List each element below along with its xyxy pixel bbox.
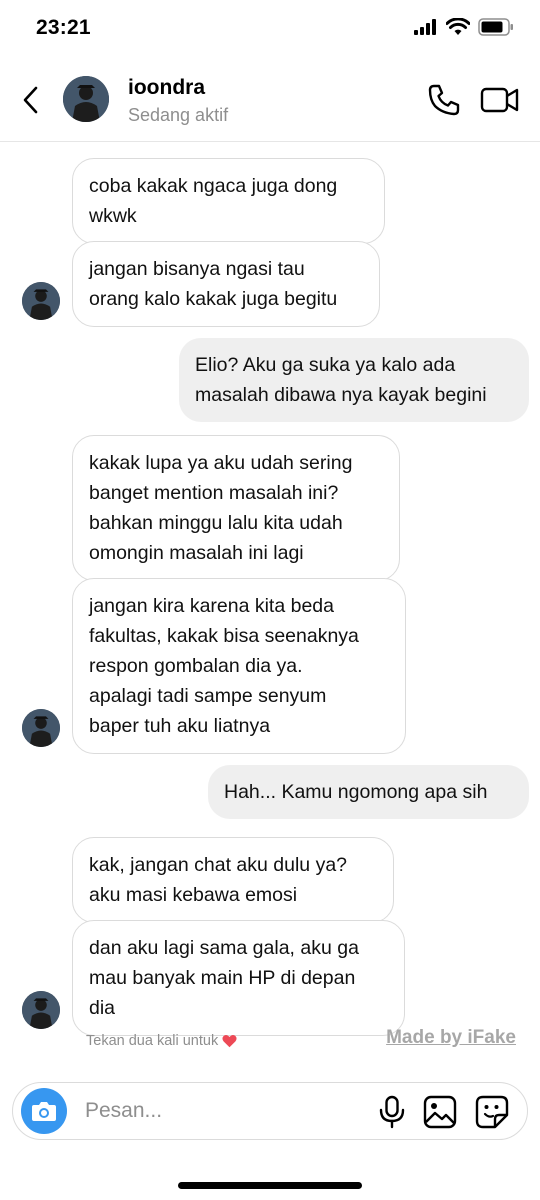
message-bubble-incoming[interactable]: kak, jangan chat aku dulu ya? aku masi k…: [72, 837, 394, 923]
sender-avatar[interactable]: [22, 709, 60, 747]
heart-icon: [222, 1034, 237, 1048]
message-bubble-incoming[interactable]: dan aku lagi sama gala, aku ga mau banya…: [72, 920, 405, 1036]
watermark-link[interactable]: Made by iFake: [386, 1027, 516, 1049]
gallery-icon: [423, 1095, 457, 1129]
message-thread[interactable]: coba kakak ngaca juga dong wkwk jangan b…: [0, 143, 540, 1063]
active-status: Sedang aktif: [128, 105, 229, 125]
battery-icon: [478, 18, 513, 36]
sticker-icon: [475, 1095, 509, 1129]
message-bubble-incoming[interactable]: jangan kira karena kita beda fakultas, k…: [72, 578, 406, 754]
sender-avatar[interactable]: [22, 991, 60, 1029]
status-time: 23:21: [36, 16, 91, 39]
home-indicator: [178, 1182, 362, 1189]
video-call-button[interactable]: [480, 84, 520, 116]
status-icons: [414, 18, 514, 36]
message-bubble-incoming[interactable]: kakak lupa ya aku udah sering banget men…: [72, 435, 400, 581]
sticker-button[interactable]: [475, 1095, 509, 1129]
message-bubble-outgoing[interactable]: Elio? Aku ga suka ya kalo ada masalah di…: [179, 338, 529, 422]
chat-header: ioondra Sedang aktif: [0, 60, 540, 142]
message-composer: [12, 1082, 528, 1140]
phone-icon: [428, 84, 460, 116]
double-tap-hint: Tekan dua kali untuk: [86, 1033, 237, 1049]
message-bubble-incoming[interactable]: coba kakak ngaca juga dong wkwk: [72, 158, 385, 244]
gallery-button[interactable]: [423, 1095, 457, 1129]
voice-message-button[interactable]: [377, 1095, 407, 1129]
video-icon: [480, 87, 519, 113]
contact-name[interactable]: ioondra: [128, 76, 205, 100]
camera-button[interactable]: [21, 1088, 67, 1134]
back-button[interactable]: [14, 82, 46, 118]
message-bubble-outgoing[interactable]: Hah... Kamu ngomong apa sih: [208, 765, 529, 819]
camera-icon: [32, 1102, 56, 1121]
contact-avatar[interactable]: [63, 76, 109, 122]
message-input[interactable]: [85, 1093, 365, 1129]
double-tap-hint-text: Tekan dua kali untuk: [86, 1033, 219, 1049]
microphone-icon: [379, 1095, 405, 1129]
cellular-signal-icon: [414, 19, 436, 35]
wifi-icon: [446, 18, 470, 35]
status-bar: 23:21: [0, 0, 540, 56]
sender-avatar[interactable]: [22, 282, 60, 320]
back-icon: [23, 86, 38, 114]
voice-call-button[interactable]: [426, 82, 462, 118]
message-bubble-incoming[interactable]: jangan bisanya ngasi tau orang kalo kaka…: [72, 241, 380, 327]
